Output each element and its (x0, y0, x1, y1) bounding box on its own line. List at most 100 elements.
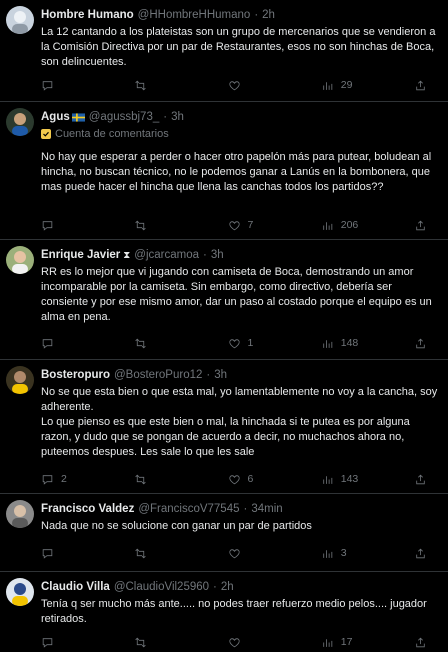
timestamp[interactable]: 34min (251, 503, 282, 515)
like-button[interactable] (228, 547, 288, 560)
views-icon (323, 475, 332, 484)
timestamp[interactable]: 2h (221, 581, 234, 593)
display-name[interactable]: Enrique Javier (41, 249, 120, 261)
tweet[interactable]: Bosteropuro @BosteroPuro12 · 3h No se qu… (0, 360, 448, 494)
avatar[interactable] (6, 366, 34, 394)
views-button[interactable]: 17 (321, 636, 381, 649)
display-name[interactable]: Claudio Villa (41, 581, 110, 593)
separator: · (163, 111, 168, 123)
views-button[interactable]: 148 (321, 337, 381, 350)
retweet-button[interactable] (134, 473, 194, 486)
action-bar: 29 (41, 78, 434, 92)
retweet-icon (135, 548, 146, 558)
tweet-text: No hay que esperar a perder o hacer otro… (41, 151, 432, 193)
like-button[interactable] (228, 636, 288, 649)
avatar[interactable] (6, 108, 34, 136)
heart-icon (228, 474, 240, 484)
tweet[interactable]: Francisco Valdez @FranciscoV77545 · 34mi… (0, 494, 448, 572)
sweden-flag-icon (71, 112, 85, 122)
retweet-icon (135, 338, 146, 348)
avatar[interactable] (6, 578, 34, 606)
action-bar: 2 6 143 (41, 472, 434, 486)
reply-button[interactable] (41, 79, 101, 92)
views-icon (323, 81, 332, 90)
display-name[interactable]: Francisco Valdez (41, 503, 134, 515)
tweet[interactable]: Claudio Villa @ClaudioVil25960 · 2h Tení… (0, 572, 448, 652)
reply-button[interactable] (41, 636, 101, 649)
like-button[interactable]: 1 (228, 337, 288, 350)
reply-button[interactable] (41, 219, 101, 232)
views-icon (323, 339, 332, 348)
share-button[interactable] (414, 636, 434, 649)
timestamp[interactable]: 3h (214, 369, 227, 381)
user-handle[interactable]: @jcarcamoa (134, 249, 199, 261)
share-button[interactable] (414, 79, 434, 92)
user-handle[interactable]: @FranciscoV77545 (138, 503, 239, 515)
avatar[interactable] (6, 6, 34, 34)
share-button[interactable] (414, 219, 434, 232)
timestamp[interactable]: 3h (211, 249, 224, 261)
like-button[interactable]: 7 (228, 219, 288, 232)
separator: · (206, 369, 211, 381)
retweet-button[interactable] (134, 337, 194, 350)
share-icon (416, 548, 425, 558)
avatar[interactable] (6, 246, 34, 274)
retweet-icon (135, 637, 146, 647)
retweet-button[interactable] (134, 547, 194, 560)
reply-feed: Hombre Humano @HHombreHHumano · 2h La 12… (0, 0, 448, 652)
tweet[interactable]: Hombre Humano @HHombreHHumano · 2h La 12… (0, 0, 448, 102)
views-button[interactable]: 3 (321, 547, 381, 560)
heart-icon (228, 220, 240, 230)
user-handle[interactable]: @HHombreHHumano (138, 9, 251, 21)
tweet-header: Hombre Humano @HHombreHHumano · 2h (41, 7, 440, 23)
tweet-header: Francisco Valdez @FranciscoV77545 · 34mi… (41, 501, 440, 517)
retweet-icon (135, 220, 146, 230)
reply-icon (42, 637, 53, 648)
retweet-button[interactable] (134, 79, 194, 92)
display-name[interactable]: Hombre Humano (41, 9, 134, 21)
share-button[interactable] (414, 473, 434, 486)
views-button[interactable]: 143 (321, 473, 381, 486)
avatar[interactable] (6, 500, 34, 528)
tweet[interactable]: Agus @agussbj73_ · 3h Cuenta de comentar… (0, 102, 448, 240)
reply-button[interactable] (41, 547, 101, 560)
share-icon (416, 220, 425, 230)
timestamp[interactable]: 2h (262, 9, 275, 21)
heart-icon (228, 637, 240, 647)
reply-icon (42, 80, 53, 91)
reply-icon (42, 548, 53, 559)
share-button[interactable] (414, 337, 434, 350)
views-icon (323, 638, 332, 647)
share-icon (416, 80, 425, 90)
views-icon (323, 221, 332, 230)
user-handle[interactable]: @ClaudioVil25960 (114, 581, 209, 593)
heart-icon (228, 338, 240, 348)
views-button[interactable]: 29 (321, 79, 381, 92)
separator: · (254, 9, 259, 21)
action-bar: 3 (41, 546, 434, 560)
retweet-button[interactable] (134, 219, 194, 232)
retweet-button[interactable] (134, 636, 194, 649)
share-icon (416, 338, 425, 348)
account-label-text: Cuenta de comentarios (55, 128, 169, 140)
retweet-icon (135, 474, 146, 484)
tweet-text: No se que esta bien o que esta mal, yo l… (41, 386, 438, 458)
user-handle[interactable]: @agussbj73_ (89, 111, 160, 123)
timestamp[interactable]: 3h (171, 111, 184, 123)
share-button[interactable] (414, 547, 434, 560)
tweet-header: Enrique Javier ⧗ @jcarcamoa · 3h (41, 247, 440, 263)
reply-button[interactable]: 2 (41, 473, 101, 486)
tweet-text: La 12 cantando a los plateistas son un g… (41, 26, 436, 68)
display-name[interactable]: Agus (41, 111, 70, 123)
account-label: Cuenta de comentarios (41, 128, 169, 140)
like-button[interactable]: 6 (228, 473, 288, 486)
tweet-text: Tenía q ser mucho más ante..... no podes… (41, 598, 427, 625)
tweet[interactable]: Enrique Javier ⧗ @jcarcamoa · 3h RR es l… (0, 240, 448, 360)
reply-button[interactable] (41, 337, 101, 350)
display-name[interactable]: Bosteropuro (41, 369, 110, 381)
like-button[interactable] (228, 79, 288, 92)
views-button[interactable]: 206 (321, 219, 381, 232)
views-icon (323, 549, 332, 558)
user-handle[interactable]: @BosteroPuro12 (114, 369, 202, 381)
share-icon (416, 637, 425, 647)
